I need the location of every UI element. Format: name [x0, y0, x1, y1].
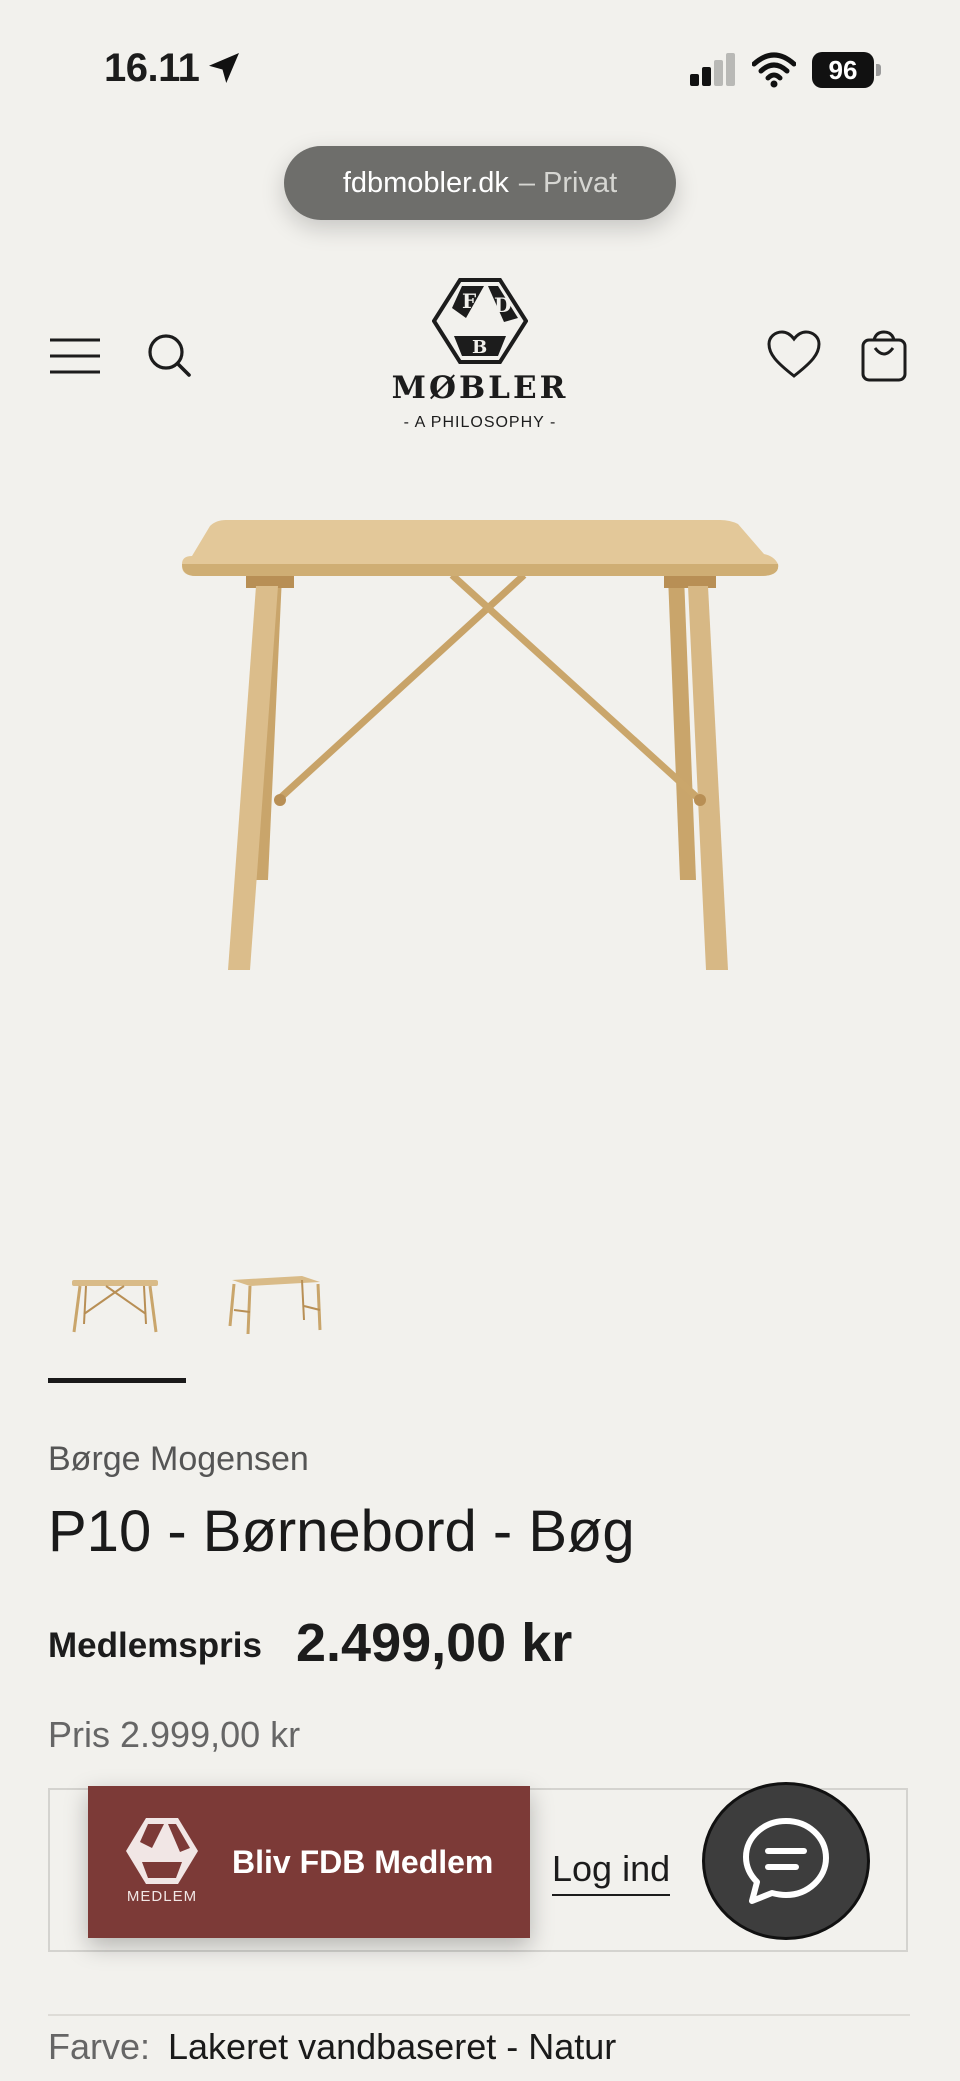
- color-value[interactable]: Lakeret vandbaseret - Natur: [168, 2026, 616, 2068]
- bag-icon[interactable]: [860, 330, 908, 382]
- fdb-logo-icon[interactable]: F D B: [432, 278, 528, 364]
- login-link[interactable]: Log ind: [552, 1848, 671, 1896]
- chat-button[interactable]: [702, 1782, 870, 1940]
- product-title: P10 - Børnebord - Bøg: [48, 1499, 635, 1564]
- logo-letter-b: B: [472, 337, 487, 358]
- divider: [48, 2014, 910, 2016]
- url-domain: fdbmobler.dk: [342, 166, 509, 199]
- product-designer[interactable]: Børge Mogensen: [48, 1440, 309, 1479]
- menu-icon[interactable]: [48, 336, 102, 376]
- chat-bubble-icon: [743, 1818, 829, 1904]
- brand-tagline: - A PHILOSOPHY -: [403, 414, 557, 431]
- member-price: 2.499,00 kr: [296, 1613, 573, 1673]
- heart-icon[interactable]: [766, 330, 822, 380]
- battery-level: 96: [828, 55, 858, 85]
- private-label: – Privat: [518, 166, 618, 199]
- thumbnail-active-indicator: [48, 1378, 186, 1383]
- table-illustration: [182, 520, 779, 970]
- battery-icon: 96: [812, 52, 882, 88]
- search-icon[interactable]: [146, 332, 192, 378]
- logo-letter-d: D: [494, 293, 511, 317]
- status-time: 16.11: [104, 46, 200, 90]
- thumbnail-angle[interactable]: [220, 1262, 330, 1352]
- wifi-icon: [752, 52, 796, 88]
- member-logo-label: MEDLEM: [126, 1888, 198, 1905]
- cellular-signal-icon: [690, 53, 735, 86]
- product-image[interactable]: [160, 500, 800, 980]
- regular-price: Pris 2.999,00 kr: [48, 1714, 301, 1755]
- address-bar[interactable]: fdbmobler.dk – Privat: [284, 146, 676, 220]
- location-arrow-icon: [209, 53, 239, 83]
- fdb-member-logo-icon: [126, 1818, 198, 1884]
- thumbnail-front[interactable]: [62, 1262, 172, 1352]
- brand-wordmark[interactable]: MØBLER: [380, 370, 580, 406]
- member-price-label: Medlemspris: [48, 1626, 262, 1665]
- color-label: Farve:: [48, 2026, 151, 2067]
- logo-letter-f: F: [462, 289, 476, 313]
- become-member-label[interactable]: Bliv FDB Medlem: [232, 1844, 493, 1881]
